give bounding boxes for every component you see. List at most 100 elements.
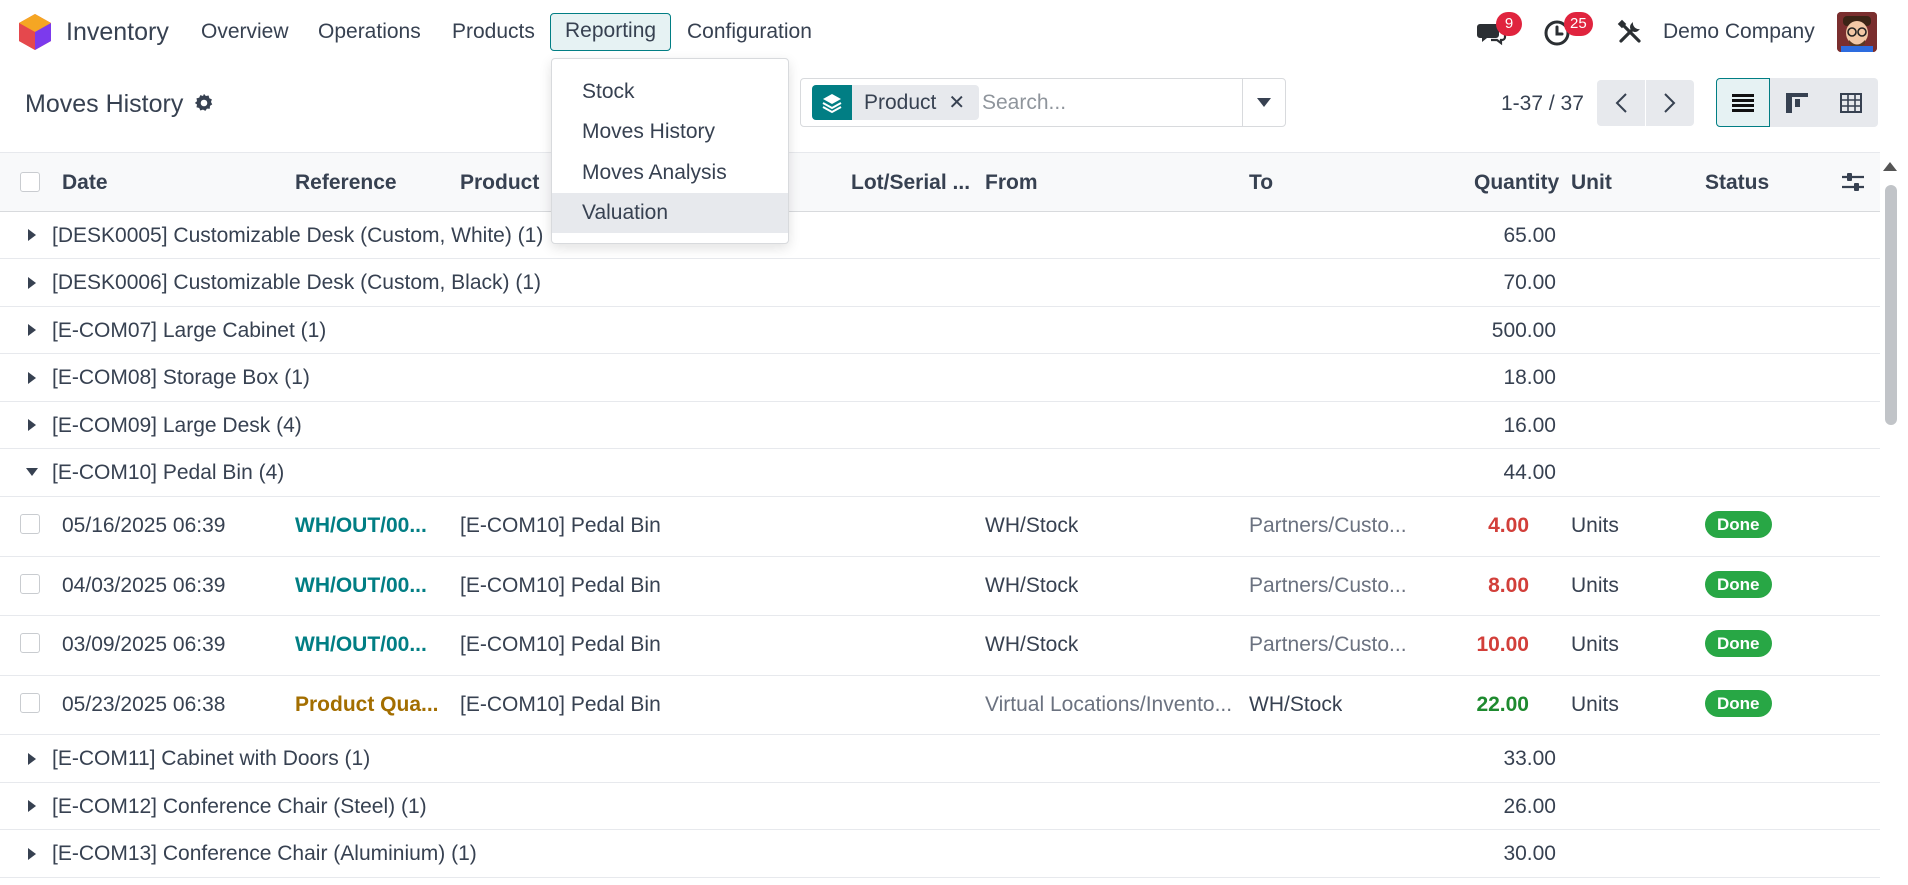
pivot-view-button[interactable] — [1770, 78, 1824, 127]
table-row[interactable]: 05/23/2025 06:38 Product Qua... [E-COM10… — [0, 676, 1880, 735]
menu-overview[interactable]: Overview — [201, 20, 289, 44]
caret-right-icon — [28, 277, 36, 289]
cell-date: 04/03/2025 06:39 — [62, 574, 226, 597]
graph-view-button[interactable] — [1824, 78, 1878, 127]
cell-product: [E-COM10] Pedal Bin — [460, 693, 661, 716]
pivot-icon — [1786, 92, 1808, 113]
group-row[interactable]: [E-COM12] Conference Chair (Steel) (1) 2… — [0, 783, 1880, 830]
group-label: [DESK0005] Customizable Desk (Custom, Wh… — [52, 224, 544, 247]
status-badge: Done — [1705, 571, 1772, 598]
top-navbar: Inventory Overview Operations Products R… — [0, 0, 1908, 64]
cell-from: Virtual Locations/Invento... — [985, 693, 1233, 716]
group-row[interactable]: [E-COM09] Large Desk (4) 16.00 — [0, 402, 1880, 449]
group-quantity: 33.00 — [1503, 747, 1556, 770]
scrollbar-thumb[interactable] — [1885, 185, 1897, 425]
caret-right-icon — [28, 753, 36, 765]
row-checkbox[interactable] — [20, 633, 40, 653]
group-quantity: 44.00 — [1503, 461, 1556, 484]
menu-item-moves-analysis[interactable]: Moves Analysis — [552, 153, 788, 193]
messages-badge: 9 — [1496, 12, 1522, 36]
app-name[interactable]: Inventory — [66, 18, 169, 47]
table-row[interactable]: 04/03/2025 06:39 WH/OUT/00... [E-COM10] … — [0, 557, 1880, 616]
menu-products[interactable]: Products — [452, 20, 535, 44]
column-to[interactable]: To — [1249, 171, 1273, 195]
remove-facet-icon[interactable]: ✕ — [948, 90, 979, 115]
menu-operations[interactable]: Operations — [318, 20, 421, 44]
column-from[interactable]: From — [985, 171, 1038, 195]
tools-icon[interactable] — [1614, 16, 1646, 48]
caret-right-icon — [28, 372, 36, 384]
table-row[interactable]: 05/16/2025 06:39 WH/OUT/00... [E-COM10] … — [0, 497, 1880, 557]
cell-reference[interactable]: Product Qua... — [295, 693, 439, 717]
company-switcher[interactable]: Demo Company — [1663, 20, 1815, 44]
list-view-button[interactable] — [1716, 78, 1770, 127]
group-by-facet: Product ✕ — [812, 85, 980, 120]
column-quantity[interactable]: Quantity — [1474, 171, 1559, 195]
cell-reference[interactable]: WH/OUT/00... — [295, 633, 427, 657]
table-row[interactable]: 03/09/2025 06:39 WH/OUT/00... [E-COM10] … — [0, 616, 1880, 676]
scroll-up-arrow-icon[interactable] — [1883, 162, 1897, 171]
row-checkbox[interactable] — [20, 574, 40, 594]
column-unit[interactable]: Unit — [1571, 171, 1612, 195]
row-checkbox[interactable] — [20, 693, 40, 713]
menu-reporting[interactable]: Reporting — [550, 13, 672, 51]
cell-from: WH/Stock — [985, 574, 1079, 597]
search-input[interactable] — [982, 86, 1237, 119]
group-quantity: 26.00 — [1503, 795, 1556, 818]
inventory-logo-icon[interactable] — [18, 13, 52, 51]
cell-unit: Units — [1571, 693, 1619, 716]
cell-to: Partners/Custo... — [1249, 574, 1407, 597]
group-row-expanded[interactable]: [E-COM10] Pedal Bin (4) 44.00 — [0, 449, 1880, 497]
menu-item-stock[interactable]: Stock — [552, 72, 788, 112]
column-product[interactable]: Product — [460, 171, 539, 195]
cell-quantity: 10.00 — [1476, 633, 1529, 656]
group-row[interactable]: [E-COM13] Conference Chair (Aluminium) (… — [0, 830, 1880, 878]
caret-down-icon — [26, 468, 38, 476]
cell-unit: Units — [1571, 574, 1619, 597]
search-options-toggle[interactable] — [1242, 79, 1285, 126]
page-title: Moves History — [25, 90, 184, 118]
column-lot-serial[interactable]: Lot/Serial ... — [851, 171, 970, 195]
list-icon — [1732, 93, 1754, 112]
group-row[interactable]: [DESK0005] Customizable Desk (Custom, Wh… — [0, 212, 1880, 259]
optional-columns-icon[interactable] — [1842, 172, 1864, 192]
row-checkbox[interactable] — [20, 514, 40, 534]
group-row[interactable]: [DESK0006] Customizable Desk (Custom, Bl… — [0, 259, 1880, 307]
group-row[interactable]: [E-COM11] Cabinet with Doors (1) 33.00 — [0, 735, 1880, 783]
group-row[interactable]: [E-COM07] Large Cabinet (1) 500.00 — [0, 307, 1880, 354]
menu-configuration[interactable]: Configuration — [687, 20, 812, 44]
group-quantity: 18.00 — [1503, 366, 1556, 389]
caret-right-icon — [28, 848, 36, 860]
cell-date: 03/09/2025 06:39 — [62, 633, 226, 656]
column-reference[interactable]: Reference — [295, 171, 397, 195]
cell-product: [E-COM10] Pedal Bin — [460, 633, 661, 656]
group-label: [E-COM10] Pedal Bin (4) — [52, 461, 285, 484]
cell-product: [E-COM10] Pedal Bin — [460, 514, 661, 537]
cell-reference[interactable]: WH/OUT/00... — [295, 574, 427, 598]
cell-reference[interactable]: WH/OUT/00... — [295, 514, 427, 538]
pager-value[interactable]: 1-37 / 37 — [1501, 92, 1584, 116]
group-quantity: 70.00 — [1503, 271, 1556, 294]
reporting-dropdown-menu: Stock Moves History Moves Analysis Valua… — [551, 58, 789, 244]
group-quantity: 16.00 — [1503, 414, 1556, 437]
status-badge: Done — [1705, 511, 1772, 538]
group-label: [E-COM07] Large Cabinet (1) — [52, 319, 327, 342]
group-row[interactable]: [E-COM08] Storage Box (1) 18.00 — [0, 354, 1880, 402]
column-status[interactable]: Status — [1705, 171, 1769, 195]
cell-unit: Units — [1571, 633, 1619, 656]
cell-from: WH/Stock — [985, 514, 1079, 537]
column-date[interactable]: Date — [62, 171, 108, 195]
menu-item-valuation[interactable]: Valuation — [552, 193, 788, 233]
chevron-right-icon — [1664, 93, 1676, 113]
user-avatar[interactable] — [1837, 12, 1877, 52]
group-quantity: 500.00 — [1491, 319, 1556, 342]
group-quantity: 65.00 — [1503, 224, 1556, 247]
pager-previous-button[interactable] — [1597, 80, 1645, 126]
cell-unit: Units — [1571, 514, 1619, 537]
chevron-left-icon — [1615, 93, 1627, 113]
menu-item-moves-history[interactable]: Moves History — [552, 112, 788, 152]
gear-icon[interactable] — [193, 92, 215, 114]
cell-date: 05/23/2025 06:38 — [62, 693, 226, 716]
pager-next-button[interactable] — [1646, 80, 1694, 126]
select-all-checkbox[interactable] — [20, 172, 40, 192]
